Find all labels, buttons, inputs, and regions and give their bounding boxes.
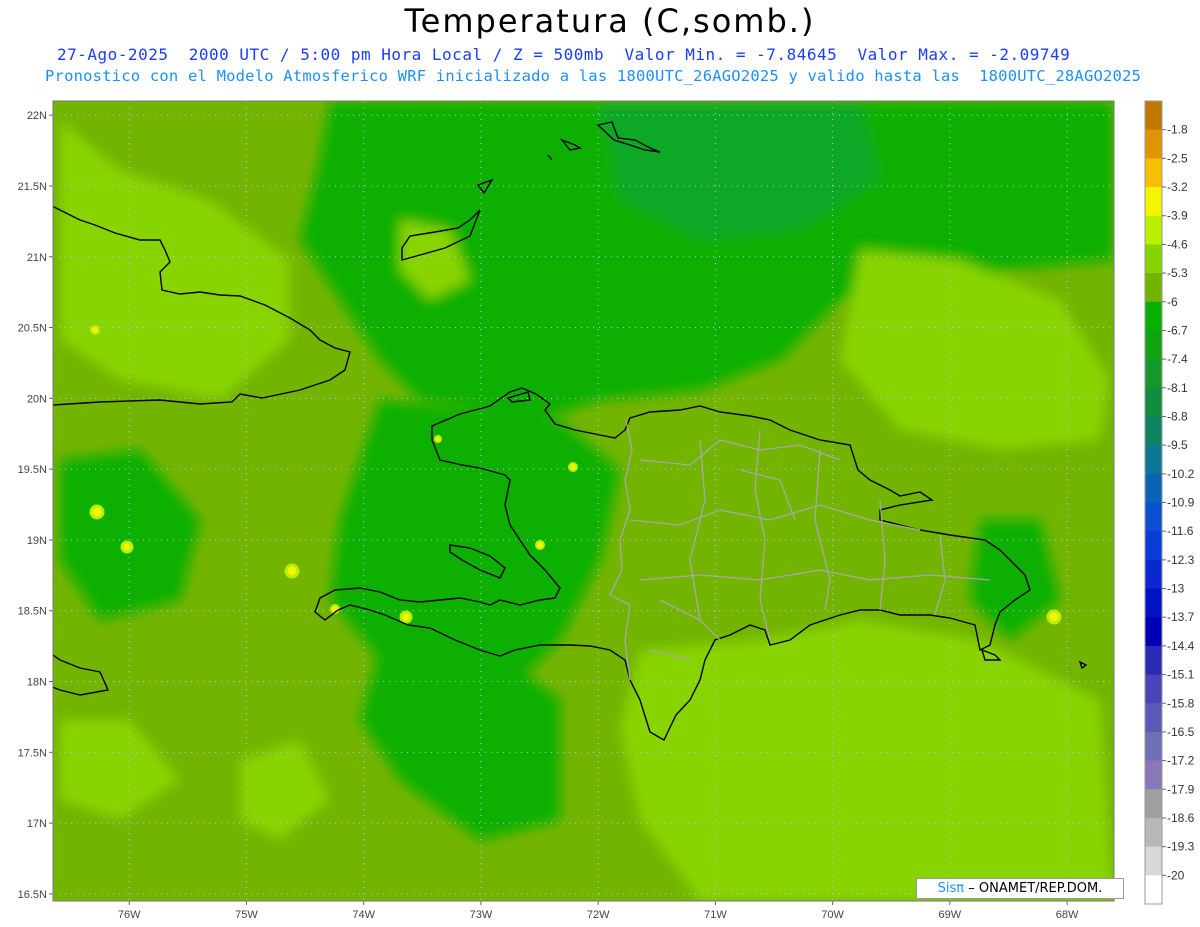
colorbar-label: -6.7 [1167, 323, 1188, 337]
colorbar-label: -13.7 [1167, 610, 1195, 624]
lon-tick-label: 76W [118, 909, 141, 921]
credit-brand: Sisπ [937, 881, 965, 896]
colorbar-label: -1.8 [1167, 123, 1188, 137]
colorbar-swatch [1145, 101, 1162, 131]
colorbar-swatch [1145, 387, 1162, 417]
longitude-axis: 76W 75W 74W 73W 72W 71W 70W 69W 68W [118, 901, 1079, 921]
temperature-field [53, 101, 1114, 901]
colorbar-label: -5.3 [1167, 266, 1188, 280]
lat-tick-label: 17N [27, 818, 47, 830]
lat-tick-label: 18.5N [18, 606, 47, 618]
colorbar-swatch [1145, 674, 1162, 704]
lat-tick-label: 16.5N [18, 889, 47, 901]
colorbar-label: -16.5 [1167, 725, 1195, 739]
lon-tick-label: 74W [352, 909, 375, 921]
colorbar-swatch [1145, 789, 1162, 819]
colorbar-swatch [1145, 846, 1162, 876]
colorbar-label: -3.9 [1167, 209, 1188, 223]
lat-tick-label: 21N [27, 252, 47, 264]
colorbar-swatch [1145, 817, 1162, 848]
colorbar-label: -14.4 [1167, 639, 1195, 653]
colorbar-swatch [1145, 187, 1162, 217]
lon-tick-label: 68W [1056, 909, 1079, 921]
colorbar-swatch [1145, 617, 1162, 647]
lon-tick-label: 72W [587, 909, 610, 921]
colorbar-label: -15.1 [1167, 668, 1195, 682]
temperature-map: 22N 21.5N 21N 20.5N 20N 19.5N 19N 18.5N 18N 17.5N… [18, 100, 1195, 921]
colorbar-swatch [1145, 588, 1162, 618]
colorbar-swatch [1145, 416, 1162, 446]
colorbar-swatch [1145, 760, 1162, 790]
credit-box: Sisπ – ONAMET/REP.DOM. [916, 878, 1124, 899]
lon-tick-label: 69W [939, 909, 962, 921]
colorbar-swatch [1145, 273, 1162, 303]
colorbar-legend: -1.8 -2.5 -3.2 -3.9 -4.6 -5.3 -6 -6.7 -7.4 -8.1 -8… [1144, 100, 1195, 905]
colorbar-swatch [1145, 531, 1162, 561]
lat-tick-label: 18N [27, 677, 47, 689]
colorbar-swatch [1145, 330, 1162, 360]
lat-tick-label: 19.5N [18, 464, 47, 476]
lon-tick-label: 70W [821, 909, 844, 921]
lon-tick-label: 73W [470, 909, 493, 921]
credit-org: – ONAMET/REP.DOM. [968, 881, 1103, 896]
lon-tick-label: 71W [704, 909, 727, 921]
colorbar-label: -17.9 [1167, 782, 1195, 796]
lat-tick-label: 19N [27, 535, 47, 547]
colorbar-swatch [1145, 445, 1162, 475]
lat-tick-label: 22N [27, 110, 47, 122]
lon-tick-label: 75W [235, 909, 258, 921]
colorbar-label: -13 [1167, 582, 1185, 596]
colorbar-swatch [1145, 731, 1162, 762]
colorbar-label: -9.5 [1167, 438, 1188, 452]
colorbar-label: -10.2 [1167, 467, 1195, 481]
colorbar-swatch [1145, 158, 1162, 188]
colorbar-swatch [1145, 244, 1162, 274]
colorbar-swatch [1145, 875, 1162, 905]
colorbar-label: -8.8 [1167, 409, 1188, 423]
colorbar-swatch [1145, 502, 1162, 532]
colorbar-swatch [1145, 215, 1162, 245]
colorbar-label: -10.9 [1167, 496, 1195, 510]
colorbar-swatch [1145, 473, 1162, 503]
colorbar-swatch [1145, 301, 1162, 331]
colorbar-label: -8.1 [1167, 381, 1188, 395]
colorbar-label: -6 [1167, 295, 1178, 309]
colorbar-label: -11.6 [1167, 524, 1194, 538]
colorbar-swatch [1145, 645, 1162, 676]
lat-tick-label: 17.5N [18, 747, 47, 759]
colorbar-label: -20 [1167, 868, 1185, 882]
colorbar-swatch [1145, 559, 1162, 590]
colorbar-label: -4.6 [1167, 237, 1188, 251]
latitude-axis: 22N 21.5N 21N 20.5N 20N 19.5N 19N 18.5N 18N 17.5N… [18, 110, 53, 901]
colorbar-label: -2.5 [1167, 151, 1188, 165]
colorbar-label: -3.2 [1167, 180, 1188, 194]
colorbar-label: -18.6 [1167, 811, 1195, 825]
colorbar-label: -7.4 [1167, 352, 1188, 366]
colorbar-label: -17.2 [1167, 754, 1195, 768]
colorbar-swatch [1145, 129, 1162, 159]
colorbar-label: -12.3 [1167, 553, 1195, 567]
colorbar-label: -15.8 [1167, 696, 1195, 710]
lat-tick-label: 20.5N [18, 323, 47, 335]
lat-tick-label: 20N [27, 393, 47, 405]
lat-tick-label: 21.5N [18, 181, 47, 193]
colorbar-label: -19.3 [1167, 840, 1195, 854]
colorbar-swatch [1145, 359, 1162, 389]
colorbar-swatch [1145, 703, 1162, 733]
